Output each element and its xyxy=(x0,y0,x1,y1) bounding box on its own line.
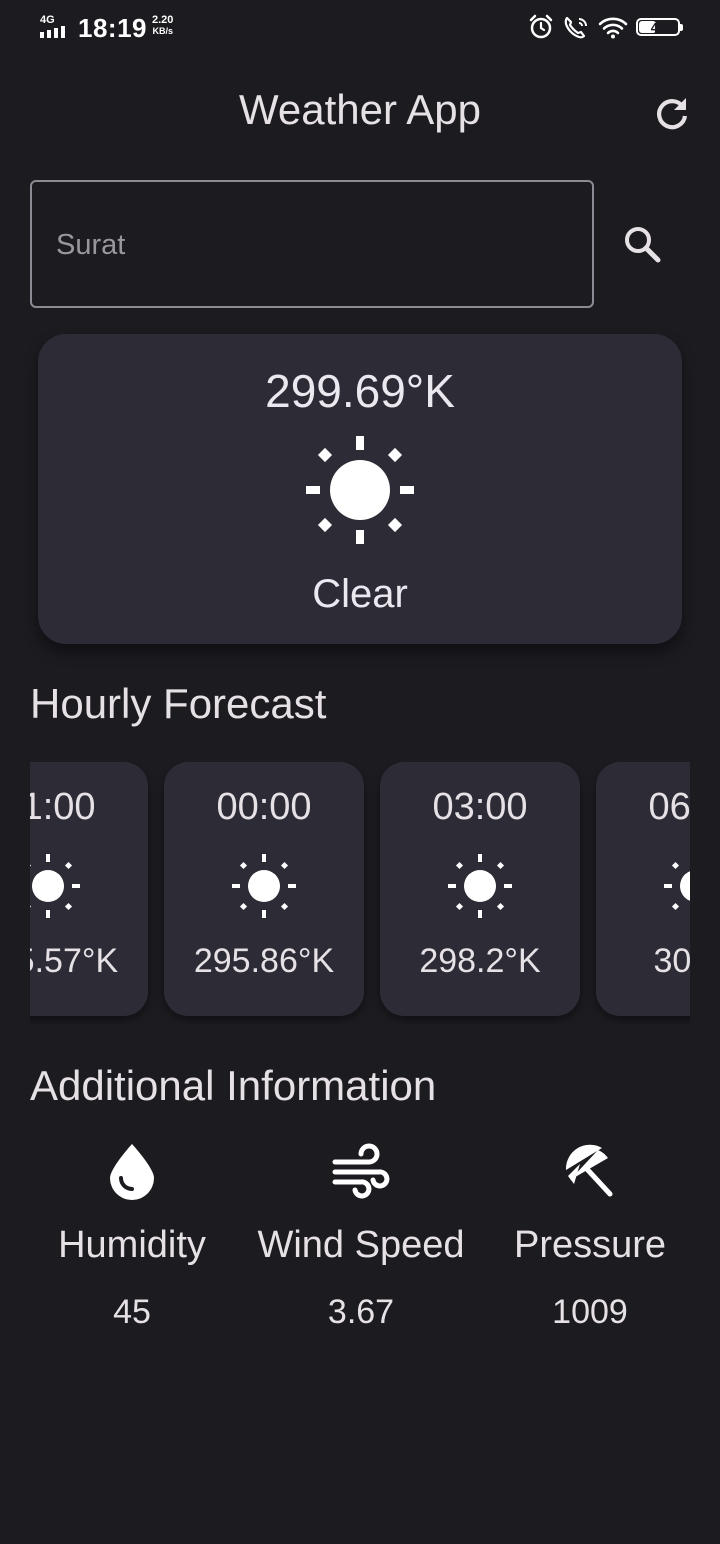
wind-speed-info: Wind Speed 3.67 xyxy=(241,1140,481,1332)
hour-time: 03:00 xyxy=(432,786,528,828)
hourly-card[interactable]: 21:00 295.57°K xyxy=(30,762,148,1016)
current-condition: Clear xyxy=(312,572,408,616)
sun-icon xyxy=(448,854,512,918)
search-field[interactable] xyxy=(30,180,594,308)
speed-unit: KB/s xyxy=(152,26,173,36)
sun-icon xyxy=(30,854,80,918)
hour-time: 21:00 xyxy=(30,786,96,828)
sun-icon xyxy=(232,854,296,918)
wind-icon xyxy=(332,1143,390,1199)
sun-icon xyxy=(664,861,690,911)
status-icons: 47 xyxy=(528,14,683,40)
hourly-card[interactable]: 00:00 295.86°K xyxy=(164,762,364,1016)
alarm-icon xyxy=(529,14,553,39)
info-label: Wind Speed xyxy=(257,1224,465,1266)
hour-temperature: 298.2°K xyxy=(419,942,541,980)
search-input[interactable] xyxy=(54,222,558,268)
additional-info-title: Additional Information xyxy=(30,1062,437,1109)
hour-time: 06:00 xyxy=(648,786,690,828)
search-icon[interactable] xyxy=(618,220,666,268)
signal-icon xyxy=(40,26,65,38)
wifi-icon xyxy=(598,17,628,39)
info-value: 1009 xyxy=(552,1293,628,1331)
current-temperature: 299.69°K xyxy=(265,365,455,417)
water-drop-icon xyxy=(110,1144,154,1200)
hourly-card[interactable]: 03:00 298.2°K xyxy=(380,762,580,1016)
battery-icon: 47 xyxy=(636,18,683,36)
hour-time: 00:00 xyxy=(216,786,312,828)
status-time: 18:19 xyxy=(78,13,147,43)
network-speed: 2.20 KB/s xyxy=(152,15,173,37)
current-weather-card: 299.69°K Clear xyxy=(38,334,682,644)
info-label: Pressure xyxy=(513,1224,667,1266)
hourly-forecast-list[interactable]: 21:00 295.57°K 00:00 295.86°K 03:00 xyxy=(30,762,690,1024)
battery-level: 47 xyxy=(650,19,666,35)
hour-temperature: 295.57°K xyxy=(30,942,119,980)
page-title: Weather App xyxy=(238,86,482,133)
hourly-forecast-title: Hourly Forecast xyxy=(30,680,327,727)
hour-temperature: 295.86°K xyxy=(193,942,335,980)
network-type: 4G xyxy=(40,14,55,26)
pressure-info: Pressure 1009 xyxy=(470,1140,710,1332)
info-value: 45 xyxy=(113,1293,151,1331)
humidity-info: Humidity 45 xyxy=(12,1140,252,1332)
status-bar: 4G 18:19 2.20 KB/s 47 xyxy=(0,0,720,56)
info-value: 3.67 xyxy=(327,1293,395,1331)
wifi-calling-icon xyxy=(564,16,587,39)
hour-temperature: 304.8 xyxy=(653,942,690,980)
speed-value: 2.20 xyxy=(152,14,174,26)
sun-icon xyxy=(306,436,414,544)
info-label: Humidity xyxy=(58,1224,206,1266)
refresh-icon[interactable] xyxy=(650,92,694,136)
hourly-card[interactable]: 06:00 304.8 xyxy=(596,762,690,1016)
beach-umbrella-icon xyxy=(565,1144,613,1197)
